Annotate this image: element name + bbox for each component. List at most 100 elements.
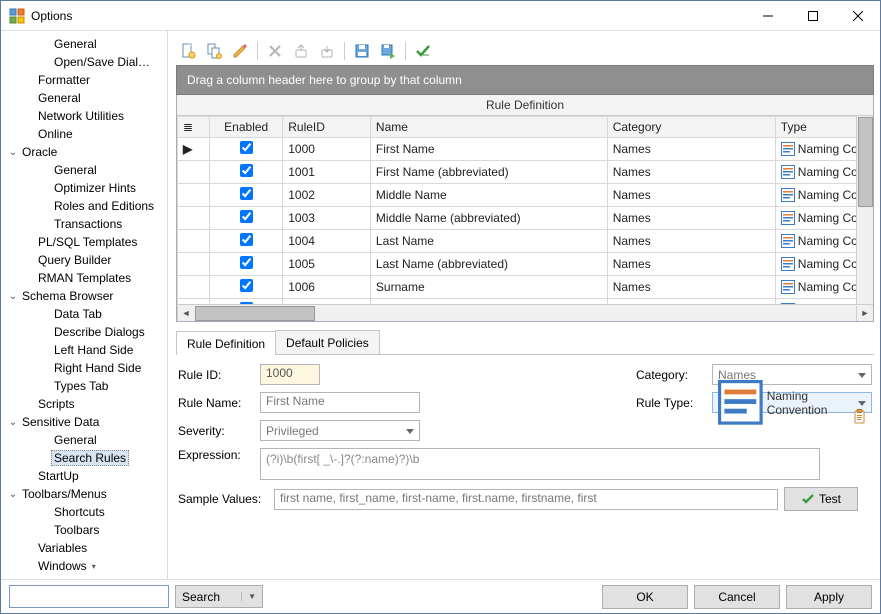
cell-enabled[interactable] xyxy=(210,138,283,161)
tree-item[interactable]: Online xyxy=(1,125,167,143)
new-page-icon[interactable] xyxy=(176,40,200,62)
save-run-icon[interactable] xyxy=(376,40,400,62)
tree-item[interactable]: Scripts xyxy=(1,395,167,413)
maximize-button[interactable] xyxy=(790,1,835,30)
table-row[interactable]: 1007Maiden NameNamesNaming ConventionPri… xyxy=(178,299,874,305)
tab-default-policies[interactable]: Default Policies xyxy=(275,330,380,354)
table-row[interactable]: 1005Last Name (abbreviated)NamesNaming C… xyxy=(178,253,874,276)
test-button[interactable]: Test xyxy=(784,487,858,511)
ok-button[interactable]: OK xyxy=(602,585,688,609)
cell-ruleid: 1005 xyxy=(283,253,371,276)
cell-enabled[interactable] xyxy=(210,276,283,299)
sample-field[interactable]: first name, first_name, first-name, firs… xyxy=(274,489,778,510)
rules-grid[interactable]: Rule Definition ≣ Enabled RuleID Name Ca… xyxy=(176,95,874,322)
tree-item[interactable]: Open/Save Dial… xyxy=(1,53,167,71)
cell-enabled[interactable] xyxy=(210,207,283,230)
tree-item[interactable]: General xyxy=(1,431,167,449)
groupby-banner[interactable]: Drag a column header here to group by th… xyxy=(176,65,874,95)
tree-item[interactable]: Describe Dialogs xyxy=(1,323,167,341)
col-category[interactable]: Category xyxy=(607,117,775,138)
tree-item[interactable]: StartUp xyxy=(1,467,167,485)
severity-select[interactable]: Privileged xyxy=(260,420,420,441)
cell-enabled[interactable] xyxy=(210,299,283,305)
cell-category: Names xyxy=(607,230,775,253)
cell-enabled[interactable] xyxy=(210,184,283,207)
ruletype-select[interactable]: Naming Convention xyxy=(712,392,872,413)
delete-x-icon[interactable] xyxy=(263,40,287,62)
export-icon[interactable] xyxy=(289,40,313,62)
tree-item[interactable]: General xyxy=(1,161,167,179)
tree-item[interactable]: Roles and Editions xyxy=(1,197,167,215)
tab-rule-definition[interactable]: Rule Definition xyxy=(176,331,276,355)
tree-item[interactable]: Variables xyxy=(1,539,167,557)
tree-item[interactable]: Left Hand Side xyxy=(1,341,167,359)
table-row[interactable]: 1001First Name (abbreviated)NamesNaming … xyxy=(178,161,874,184)
table-row[interactable]: 1002Middle NameNamesNaming ConventionPri… xyxy=(178,184,874,207)
tree-item[interactable]: Toolbars xyxy=(1,521,167,539)
apply-button[interactable]: Apply xyxy=(786,585,872,609)
tree-item[interactable]: ⌄Toolbars/Menus xyxy=(1,485,167,503)
tree-item[interactable]: PL/SQL Templates xyxy=(1,233,167,251)
tree-item[interactable]: Formatter xyxy=(1,71,167,89)
rulename-field[interactable]: First Name xyxy=(260,392,420,413)
copy-expression-icon[interactable] xyxy=(852,409,868,425)
rulename-label: Rule Name: xyxy=(178,396,260,410)
cell-category: Names xyxy=(607,276,775,299)
search-input[interactable] xyxy=(9,585,169,608)
grid-vertical-scrollbar[interactable] xyxy=(856,116,873,304)
tree-item[interactable]: Network Utilities xyxy=(1,107,167,125)
row-indicator xyxy=(178,184,210,207)
table-row[interactable]: 1006SurnameNamesNaming ConventionPrivile… xyxy=(178,276,874,299)
edit-pencil-icon[interactable] xyxy=(228,40,252,62)
grid-horizontal-scrollbar[interactable]: ◄► xyxy=(177,304,873,321)
cell-name: Last Name xyxy=(370,230,607,253)
cell-name: Surname xyxy=(370,276,607,299)
validate-check-icon[interactable] xyxy=(411,40,435,62)
cancel-button[interactable]: Cancel xyxy=(694,585,780,609)
sample-label: Sample Values: xyxy=(178,492,268,506)
tree-item[interactable]: Transactions xyxy=(1,215,167,233)
expression-field[interactable]: (?i)\b(first[ _\-.]?(?:name)?)\b xyxy=(260,448,820,480)
cell-name: First Name (abbreviated) xyxy=(370,161,607,184)
tree-item[interactable]: General xyxy=(1,35,167,53)
grid-toolbar xyxy=(176,37,874,65)
cell-category: Names xyxy=(607,207,775,230)
col-ruleid[interactable]: RuleID xyxy=(283,117,371,138)
cell-enabled[interactable] xyxy=(210,230,283,253)
tree-item[interactable]: RMAN Templates xyxy=(1,269,167,287)
chevron-down-icon[interactable]: ▼ xyxy=(241,592,256,601)
tree-item[interactable]: Query Builder xyxy=(1,251,167,269)
minimize-button[interactable] xyxy=(745,1,790,30)
tree-item[interactable]: ⌄Schema Browser xyxy=(1,287,167,305)
tree-item[interactable]: Optimizer Hints xyxy=(1,179,167,197)
tree-item[interactable]: General xyxy=(1,89,167,107)
tree-item[interactable]: Types Tab xyxy=(1,377,167,395)
search-button[interactable]: Search▼ xyxy=(175,585,263,608)
col-name[interactable]: Name xyxy=(370,117,607,138)
tree-item[interactable]: ⌄Sensitive Data xyxy=(1,413,167,431)
import-icon[interactable] xyxy=(315,40,339,62)
table-row[interactable]: 1004Last NameNamesNaming ConventionPrivi… xyxy=(178,230,874,253)
copy-page-icon[interactable] xyxy=(202,40,226,62)
ruletype-label: Rule Type: xyxy=(636,396,712,410)
cell-enabled[interactable] xyxy=(210,253,283,276)
save-floppy-icon[interactable] xyxy=(350,40,374,62)
tree-item[interactable]: Right Hand Side xyxy=(1,359,167,377)
tree-item[interactable]: Windows▾ xyxy=(1,557,167,575)
cell-category: Names xyxy=(607,138,775,161)
close-button[interactable] xyxy=(835,1,880,30)
table-row[interactable]: 1003Middle Name (abbreviated)NamesNaming… xyxy=(178,207,874,230)
ruleid-label: Rule ID: xyxy=(178,368,260,382)
col-enabled[interactable]: Enabled xyxy=(210,117,283,138)
options-tree[interactable]: GeneralOpen/Save Dial…FormatterGeneralNe… xyxy=(1,31,168,579)
cell-ruleid: 1003 xyxy=(283,207,371,230)
tree-item[interactable]: ⌄Oracle xyxy=(1,143,167,161)
table-row[interactable]: ▶1000First NameNamesNaming ConventionPri… xyxy=(178,138,874,161)
cell-enabled[interactable] xyxy=(210,161,283,184)
row-indicator xyxy=(178,253,210,276)
col-indicator[interactable]: ≣ xyxy=(178,117,210,138)
content-panel: Drag a column header here to group by th… xyxy=(168,31,880,579)
tree-item[interactable]: Shortcuts xyxy=(1,503,167,521)
tree-item[interactable]: Search Rules xyxy=(1,449,167,467)
tree-item[interactable]: Data Tab xyxy=(1,305,167,323)
